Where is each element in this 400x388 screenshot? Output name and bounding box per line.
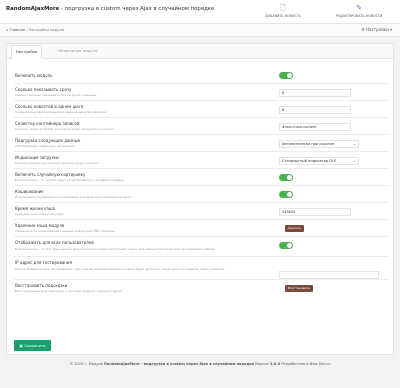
row-label: Удаление кэша модуля xyxy=(15,223,65,228)
row-label: Включить случайную сортировку xyxy=(15,172,86,177)
row-desc: Укажите индикатор загрузки при подгрузке… xyxy=(15,161,99,165)
restore-hints-button[interactable]: Восстановить xyxy=(285,285,313,292)
breadcrumb: ⌂ Главная / Настройки модуля xyxy=(6,28,64,32)
row-loading-indicator: Индикация загрузки Укажите индикатор заг… xyxy=(14,152,388,169)
load-type-select[interactable]: Автоматически при скролле ⌄ xyxy=(279,140,359,148)
add-news-icon: 🗋 xyxy=(280,4,286,12)
module-name: RandomAjaxMore xyxy=(6,6,60,12)
footer-version-label: Версия xyxy=(254,362,270,366)
tab-updates[interactable]: Обновления модуля xyxy=(57,48,97,53)
breadcrumb-current: Настройки модуля xyxy=(28,28,64,32)
row-label: Включить модуль xyxy=(15,73,53,78)
footer-version: 1.0.0 xyxy=(269,362,281,366)
enable-module-toggle[interactable] xyxy=(279,72,293,79)
chevron-down-icon: ⌄ xyxy=(353,159,356,163)
row-label: Кэширование xyxy=(15,189,44,194)
random-sort-toggle[interactable] xyxy=(279,174,293,181)
row-restore-hints: Восстановить подсказки Восстановление вс… xyxy=(14,280,388,297)
breadcrumb-bar: ⌂ Главная / Настройки модуля ⚙ Настройки… xyxy=(0,24,400,37)
row-desc: Восстановление всех подсказок и настроек… xyxy=(15,289,123,293)
footer: © 2020 г. Модуль RandomAjaxMore - подгру… xyxy=(0,362,400,366)
row-label: Время жизни кэша xyxy=(15,206,55,211)
settings-label: Настройки xyxy=(366,27,389,32)
row-caching: Кэширование Использовать кэширование и с… xyxy=(14,186,388,203)
row-label: Селектор контейнера записей xyxy=(15,121,80,126)
breadcrumb-separator: / xyxy=(26,28,28,32)
edit-news-label: РЕДАКТИРОВАТЬ НОВОСТИ xyxy=(336,14,383,18)
row-load-type: Подгрузка следующих данных Тип подгрузки… xyxy=(14,135,388,152)
row-desc: Использовать кэширование и сохранение в … xyxy=(15,195,132,199)
footer-suffix: Разработано в New-Dev.ru xyxy=(280,362,331,366)
row-label: Индикация загрузки xyxy=(15,155,59,160)
add-news-button[interactable]: 🗋 ДОБАВИТЬ НОВОСТЬ xyxy=(260,4,306,22)
edit-news-button[interactable]: ✎ РЕДАКТИРОВАТЬ НОВОСТИ xyxy=(336,4,382,22)
show-all-users-toggle[interactable] xyxy=(279,242,293,249)
row-desc: Сколько новостей показывать в каждом шаг… xyxy=(15,110,107,114)
loading-indicator-select[interactable]: Стандартный индикатор DLE ⌄ xyxy=(279,157,359,165)
clear-cache-button[interactable]: Удалить xyxy=(285,225,305,232)
tab-bar: Настройки Обновления модуля xyxy=(7,44,393,59)
show-at-once-input[interactable]: 6 xyxy=(279,89,351,97)
row-label: Подгрузка следующих данных xyxy=(15,138,81,143)
footer-prefix: © 2020 г. Модуль xyxy=(69,362,105,366)
settings-panel: Настройки Обновления модуля Включить мод… xyxy=(6,43,394,355)
tab-settings[interactable]: Настройки xyxy=(11,45,43,59)
row-news-per-step: Сколько новостей в одном шаге Сколько но… xyxy=(14,101,388,118)
row-label: Восстановить подсказки xyxy=(15,283,68,288)
row-label: IP адрес для тестирования xyxy=(15,260,72,265)
cache-lifetime-input[interactable]: 345600 xyxy=(279,208,351,216)
load-type-value: Автоматически при скролле xyxy=(282,142,335,146)
row-desc: Удаление всех кэшированных данных модуля… xyxy=(15,229,115,233)
row-test-ip: IP адрес для тестирования Список IP-адре… xyxy=(14,257,388,280)
row-show-at-once: Сколько показывать сразу Сколько записей… xyxy=(14,84,388,101)
row-cache-lifetime: Время жизни кэша Срок действия кэша в се… xyxy=(14,203,388,220)
row-desc: Срок действия кэша в секундах xyxy=(15,212,64,216)
container-selector-input[interactable]: #ram-main-content xyxy=(279,123,351,131)
top-bar: RandomAjaxMore - подгрузка в custom чере… xyxy=(0,0,400,24)
row-random-sort: Включить случайную сортировку Если включ… xyxy=(14,169,388,186)
gear-icon: ⚙ xyxy=(361,27,365,32)
news-per-step-input[interactable]: 6 xyxy=(279,106,351,114)
row-label: Отображать для всех пользователей xyxy=(15,240,94,245)
row-show-all-users: Отображать для всех пользователей Если в… xyxy=(14,237,388,257)
row-desc: Если включено – то записи будут отсортир… xyxy=(15,178,124,182)
row-clear-cache: Удаление кэша модуля Удаление всех кэшир… xyxy=(14,220,388,237)
save-button[interactable]: ▣ Сохранить xyxy=(14,340,51,351)
loading-indicator-value: Стандартный индикатор DLE xyxy=(282,159,337,163)
row-enable-module: Включить модуль xyxy=(14,67,388,84)
test-ip-input[interactable] xyxy=(279,271,379,279)
breadcrumb-home[interactable]: Главная xyxy=(9,28,25,32)
row-desc: Укажите селектор блока, в который будет … xyxy=(15,127,115,131)
home-icon: ⌂ xyxy=(6,28,9,32)
caching-toggle[interactable] xyxy=(279,191,293,198)
row-desc: Тип подгрузки следующих материалов xyxy=(15,144,76,148)
save-label: Сохранить xyxy=(24,343,46,348)
row-desc: Список IP-адресов для тестирования – при… xyxy=(15,267,225,271)
edit-news-icon: ✎ xyxy=(356,4,362,12)
footer-module: RandomAjaxMore - подгрузка в custom чере… xyxy=(104,362,255,366)
chevron-down-icon: ⌄ xyxy=(353,142,356,146)
chevron-down-icon: ▾ xyxy=(389,27,392,32)
row-label: Сколько новостей в одном шаге xyxy=(15,104,84,109)
settings-menu[interactable]: ⚙ Настройки ▾ xyxy=(361,27,392,32)
add-news-label: ДОБАВИТЬ НОВОСТЬ xyxy=(265,14,301,18)
row-container-selector: Селектор контейнера записей Укажите селе… xyxy=(14,118,388,135)
app-title: RandomAjaxMore - подгрузка в custom чере… xyxy=(6,6,214,12)
row-label: Сколько показывать сразу xyxy=(15,87,72,92)
row-desc: Если включено – то этот функционал модул… xyxy=(15,247,216,251)
module-subtitle: - подгрузка в custom через Ajax в случай… xyxy=(59,6,215,12)
row-desc: Сколько записей показывать при загрузке … xyxy=(15,93,97,97)
